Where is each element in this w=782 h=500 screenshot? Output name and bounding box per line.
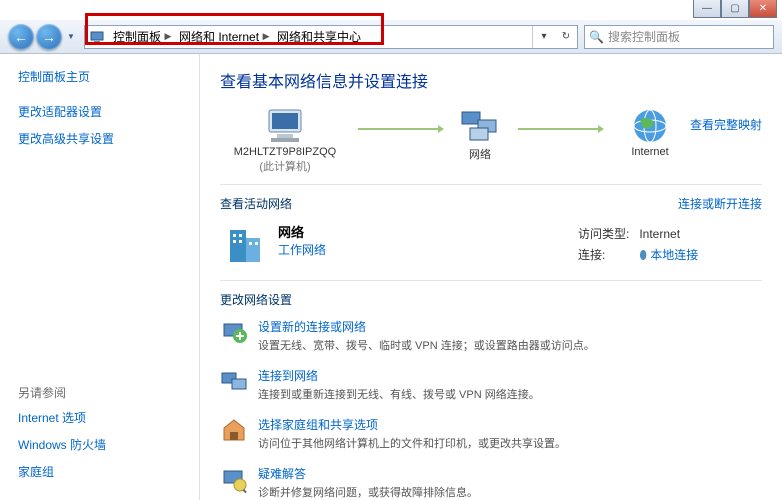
settings-item: 连接到网络连接到或重新连接到无线、有线、拨号或 VPN 网络连接。 — [220, 367, 762, 402]
troubleshoot-icon — [220, 465, 248, 493]
change-settings-heading: 更改网络设置 — [220, 291, 762, 308]
main-panel: 查看基本网络信息并设置连接 M2HLTZT9P8IPZQQ (此计算机) 网络 — [200, 54, 782, 500]
connect-network-icon — [220, 367, 248, 395]
full-map-link[interactable]: 查看完整映射 — [690, 106, 762, 133]
settings-item-title[interactable]: 疑难解答 — [258, 465, 478, 482]
diagram-link — [518, 128, 602, 130]
active-network-type-link[interactable]: 工作网络 — [278, 241, 572, 258]
connection-link[interactable]: 本地连接 — [650, 248, 698, 262]
access-type-value: Internet — [635, 224, 702, 243]
computer-sub: (此计算机) — [259, 158, 310, 174]
chevron-right-icon[interactable]: ▶ — [259, 31, 273, 42]
search-box[interactable]: 🔍 搜索控制面板 — [584, 25, 774, 49]
access-type-label: 访问类型: — [574, 224, 633, 243]
breadcrumb-label: 控制面板 — [113, 28, 161, 45]
network-icon — [458, 106, 502, 146]
network-diagram: M2HLTZT9P8IPZQQ (此计算机) 网络 Internet 查看完整映… — [220, 106, 762, 174]
sidebar-link-adapter[interactable]: 更改适配器设置 — [18, 103, 189, 120]
settings-item-desc: 访问位于其他网络计算机上的文件和打印机，或更改共享设置。 — [258, 435, 566, 451]
active-network-name: 网络 — [278, 222, 572, 241]
internet-icon — [630, 106, 670, 146]
breadcrumb-label: 网络和 Internet — [179, 28, 259, 45]
adapter-icon: ⬮ — [639, 248, 647, 262]
window-controls: — ▢ ✕ — [693, 0, 777, 18]
settings-item-desc: 连接到或重新连接到无线、有线、拨号或 VPN 网络连接。 — [258, 386, 540, 402]
minimize-button[interactable]: — — [693, 0, 721, 18]
refresh-button[interactable]: ↻ — [555, 26, 577, 48]
back-button[interactable]: ← — [8, 24, 34, 50]
computer-name: M2HLTZT9P8IPZQQ — [234, 146, 336, 158]
forward-button[interactable]: → — [36, 24, 62, 50]
address-bar[interactable]: 控制面板▶ 网络和 Internet▶ 网络和共享中心 ▾ ↻ — [84, 25, 578, 49]
connect-disconnect-link[interactable]: 连接或断开连接 — [678, 195, 762, 212]
settings-item-title[interactable]: 设置新的连接或网络 — [258, 318, 595, 335]
divider — [220, 184, 762, 185]
computer-icon — [261, 106, 309, 146]
maximize-button[interactable]: ▢ — [721, 0, 749, 18]
network-name: 网络 — [469, 146, 491, 162]
breadcrumb-item[interactable]: 控制面板▶ — [109, 26, 175, 48]
sidebar-link-sharing[interactable]: 更改高级共享设置 — [18, 130, 189, 147]
history-dropdown[interactable]: ▼ — [64, 24, 78, 50]
search-placeholder: 搜索控制面板 — [608, 28, 680, 45]
sidebar-home-link[interactable]: 控制面板主页 — [18, 68, 189, 85]
settings-item-desc: 诊断并修复网络问题，或获得故障排除信息。 — [258, 484, 478, 500]
sidebar-link-internet-options[interactable]: Internet 选项 — [18, 409, 189, 426]
breadcrumb-item[interactable]: 网络和 Internet▶ — [175, 26, 273, 48]
divider — [220, 280, 762, 281]
page-title: 查看基本网络信息并设置连接 — [220, 68, 762, 92]
settings-item: 疑难解答诊断并修复网络问题，或获得故障排除信息。 — [220, 465, 762, 500]
network-building-icon — [220, 222, 268, 270]
settings-item: 设置新的连接或网络设置无线、宽带、拨号、临时或 VPN 连接；或设置路由器或访问… — [220, 318, 762, 353]
active-network-row: 网络 工作网络 访问类型:Internet 连接: ⬮ 本地连接 — [220, 222, 762, 270]
sidebar-link-firewall[interactable]: Windows 防火墙 — [18, 436, 189, 453]
close-button[interactable]: ✕ — [749, 0, 777, 18]
settings-item-title[interactable]: 连接到网络 — [258, 367, 540, 384]
settings-item-desc: 设置无线、宽带、拨号、临时或 VPN 连接；或设置路由器或访问点。 — [258, 337, 595, 353]
see-also-heading: 另请参阅 — [18, 384, 189, 401]
settings-item: 选择家庭组和共享选项访问位于其他网络计算机上的文件和打印机，或更改共享设置。 — [220, 416, 762, 451]
new-connection-icon — [220, 318, 248, 346]
breadcrumb-item[interactable]: 网络和共享中心 — [273, 26, 361, 48]
chevron-right-icon[interactable]: ▶ — [161, 31, 175, 42]
connections-label: 连接: — [574, 245, 633, 264]
settings-item-title[interactable]: 选择家庭组和共享选项 — [258, 416, 566, 433]
sidebar: 控制面板主页 更改适配器设置 更改高级共享设置 另请参阅 Internet 选项… — [0, 54, 200, 500]
nav-bar: ← → ▼ 控制面板▶ 网络和 Internet▶ 网络和共享中心 ▾ ↻ 🔍 … — [0, 20, 782, 54]
breadcrumb-label: 网络和共享中心 — [277, 28, 361, 45]
homegroup-icon — [220, 416, 248, 444]
content-area: 控制面板主页 更改适配器设置 更改高级共享设置 另请参阅 Internet 选项… — [0, 54, 782, 500]
address-dropdown[interactable]: ▾ — [533, 26, 555, 48]
network-center-icon — [89, 29, 105, 45]
search-icon: 🔍 — [589, 30, 604, 44]
diagram-link — [358, 128, 442, 130]
internet-name: Internet — [631, 146, 668, 158]
sidebar-link-homegroup[interactable]: 家庭组 — [18, 463, 189, 480]
